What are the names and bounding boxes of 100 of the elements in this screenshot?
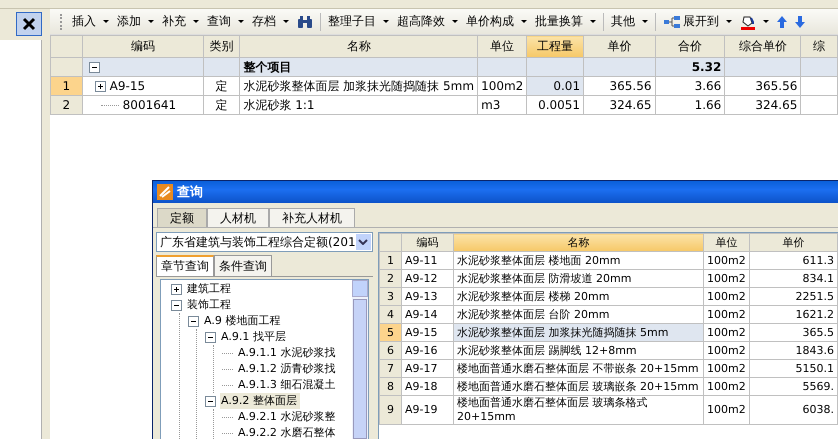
expand-toggle[interactable] — [94, 81, 106, 92]
row-number[interactable]: 6 — [380, 342, 402, 360]
column-header[interactable]: 综合单价 — [724, 36, 801, 58]
tree-node[interactable]: A.9.1.1 水泥砂浆找 — [237, 345, 338, 361]
column-header[interactable]: 编码 — [82, 36, 204, 58]
column-header[interactable]: 类别 — [203, 36, 240, 58]
toolbar-menu[interactable]: 其他 — [608, 13, 651, 30]
row-number[interactable]: 1 — [380, 252, 402, 270]
toolbar-menu[interactable]: 单价构成 — [463, 13, 530, 30]
table-cell: 100m2 — [704, 360, 750, 378]
close-button[interactable] — [16, 12, 42, 36]
subtab[interactable]: 条件查询 — [214, 255, 272, 276]
tree-node[interactable]: A.9 楼地面工程 — [203, 313, 284, 329]
column-header[interactable]: 综 — [800, 36, 838, 58]
row-number[interactable]: 4 — [380, 306, 402, 324]
table-cell: 0.01 — [526, 76, 584, 96]
table-cell: A9-15 — [402, 324, 454, 342]
table-cell: 8001641 — [122, 98, 176, 112]
toolbar-menu[interactable]: 存档 — [249, 13, 292, 30]
toolbar-menu[interactable]: 整理子目 — [325, 13, 392, 30]
dialog-tab[interactable]: 定额 — [157, 208, 207, 227]
table-cell: 1.66 — [655, 96, 725, 114]
column-header[interactable]: 单位 — [478, 36, 527, 58]
table-cell: 5569. — [750, 378, 838, 396]
column-header[interactable]: 单位 — [704, 234, 750, 252]
tree-node[interactable]: 装饰工程 — [186, 297, 234, 313]
table-cell: 324.65 — [584, 96, 656, 114]
tree-node[interactable]: A.9.2.1 水泥砂浆整 — [237, 409, 338, 425]
column-header[interactable]: 合价 — [655, 36, 725, 58]
table-cell: 365.56 — [584, 76, 656, 96]
row-number[interactable]: 5 — [380, 324, 402, 342]
toolbar-menu[interactable]: 添加 — [114, 13, 157, 30]
toolbar-menu[interactable]: 查询 — [204, 13, 247, 30]
table-cell: 5.32 — [655, 58, 725, 76]
row-number[interactable]: 8 — [380, 378, 402, 396]
table-cell: 324.65 — [724, 96, 801, 114]
chevron-down-icon — [358, 239, 368, 245]
move-down-button[interactable] — [792, 16, 808, 28]
row-number[interactable]: 7 — [380, 360, 402, 378]
expand-toggle[interactable] — [171, 284, 182, 294]
dialog-tab[interactable]: 人材机 — [207, 208, 269, 227]
up-arrow-icon — [777, 16, 787, 28]
table-cell: m3 — [478, 96, 527, 114]
toolbar-menu[interactable]: 超高降效 — [394, 13, 461, 30]
toolbar-menu[interactable]: 批量换算 — [532, 13, 599, 30]
table-cell: A9-12 — [402, 270, 454, 288]
table-cell: 2251.5 — [750, 288, 838, 306]
column-header[interactable]: 工程量 — [526, 36, 584, 58]
scrollbar[interactable] — [352, 280, 368, 439]
table-cell: 水泥砂浆整体面层 加浆抹光随捣随抹 5mm — [240, 76, 478, 96]
table-cell: 楼地面普通水磨石整体面层 玻璃条格式 20+15mm — [454, 396, 704, 424]
toolbar-menu[interactable]: 插入 — [69, 13, 112, 30]
table-cell: 整个项目 — [240, 58, 478, 76]
row-number[interactable]: 2 — [50, 96, 82, 114]
column-header[interactable]: 编码 — [402, 234, 454, 252]
tree-node[interactable]: A.9.2.2 水磨石整体 — [237, 425, 338, 439]
row-number[interactable]: 2 — [380, 270, 402, 288]
table-cell: 100m2 — [704, 306, 750, 324]
table-cell: 6038. — [750, 396, 838, 424]
collapse-toggle[interactable] — [88, 62, 100, 74]
table-cell: 水泥砂浆整体面层 台阶 20mm — [454, 306, 704, 324]
row-number[interactable]: 1 — [50, 76, 82, 96]
table-cell: 水泥砂浆整体面层 楼梯 20mm — [454, 288, 704, 306]
tree-node[interactable]: A.9.1.2 沥青砂浆找 — [237, 361, 338, 377]
column-header[interactable]: 名称 — [454, 234, 704, 252]
table-cell: A9-11 — [402, 252, 454, 270]
tree-node[interactable]: 建筑工程 — [186, 281, 234, 297]
toolbar-menu[interactable]: 补充 — [159, 13, 202, 30]
tree-node[interactable]: A.9.2 整体面层 — [220, 393, 300, 409]
table-cell: 100m2 — [704, 396, 750, 424]
table-cell: 水泥砂浆 1:1 — [240, 96, 478, 114]
table-cell: 水泥砂浆整体面层 楼地面 20mm — [454, 252, 704, 270]
move-up-button[interactable] — [774, 16, 790, 28]
library-dropdown[interactable]: 广东省建筑与装饰工程综合定额(201 — [156, 232, 373, 252]
column-header[interactable]: 单价 — [584, 36, 656, 58]
binoculars-icon — [297, 14, 313, 28]
row-number[interactable]: 3 — [380, 288, 402, 306]
table-cell: 定 — [203, 96, 240, 114]
tree-node[interactable]: A.9.1.3 细石混凝土 — [237, 377, 338, 393]
table-cell: A9-15 — [110, 79, 146, 93]
subtab[interactable]: 章节查询 — [156, 255, 214, 276]
dialog-tab[interactable]: 补充人材机 — [269, 208, 355, 227]
collapse-toggle[interactable] — [171, 300, 182, 310]
table-cell: 100m2 — [704, 342, 750, 360]
expand-to-menu[interactable]: 展开到 — [660, 13, 735, 30]
row-number[interactable]: 9 — [380, 396, 402, 424]
table-cell: 100m2 — [704, 270, 750, 288]
table-cell: 834.1 — [750, 270, 838, 288]
column-header[interactable]: 单价 — [750, 234, 838, 252]
table-cell: 611.3 — [750, 252, 838, 270]
app-icon — [157, 184, 173, 200]
tree-node[interactable]: A.9.1 找平层 — [220, 329, 289, 345]
collapse-toggle[interactable] — [188, 316, 199, 326]
table-cell: 0.0051 — [526, 96, 584, 114]
table-cell: 定 — [203, 76, 240, 96]
column-header[interactable]: 名称 — [240, 36, 478, 58]
table-cell: 365.56 — [724, 76, 801, 96]
collapse-toggle[interactable] — [205, 396, 216, 406]
collapse-toggle[interactable] — [205, 332, 216, 342]
table-cell: 100m2 — [704, 252, 750, 270]
